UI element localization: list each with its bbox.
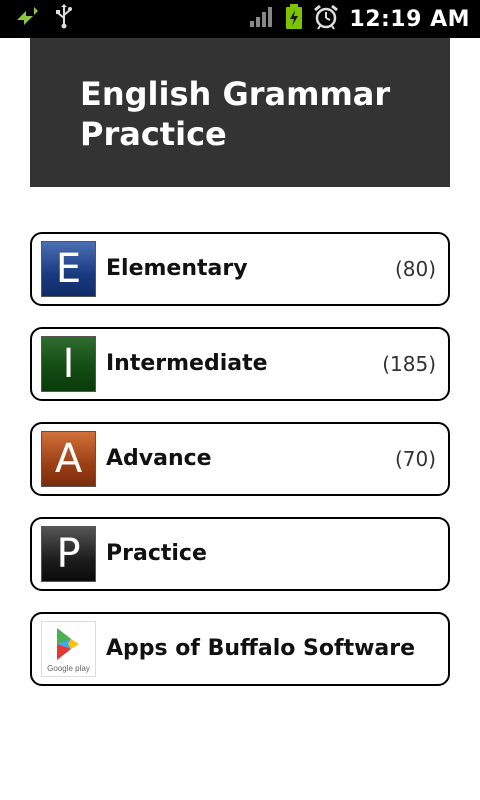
menu-item-count: (70) — [394, 447, 436, 471]
menu-item-advance[interactable]: A Advance (70) — [30, 422, 450, 496]
menu-item-label: Elementary — [106, 256, 248, 281]
menu-item-count: (185) — [382, 352, 436, 376]
usb-icon — [54, 4, 74, 34]
menu-item-count: (80) — [394, 257, 436, 281]
menu-item-label: Intermediate — [106, 351, 268, 376]
title-line-1: English Grammar — [80, 75, 391, 113]
menu-item-apps-of-buffalo-software[interactable]: Google play Apps of Buffalo Software — [30, 612, 450, 686]
google-play-icon: Google play — [41, 621, 96, 677]
google-play-caption: Google play — [47, 664, 90, 673]
signal-icon — [249, 6, 275, 32]
menu-item-practice[interactable]: P Practice — [30, 517, 450, 591]
practice-icon: P — [41, 526, 96, 582]
app-header: English Grammar Practice — [30, 38, 450, 187]
status-bar: 12:19 AM — [0, 0, 480, 38]
title-line-2: Practice — [80, 115, 227, 153]
menu-item-label: Practice — [106, 541, 207, 566]
elementary-icon: E — [41, 241, 96, 297]
menu-item-intermediate[interactable]: I Intermediate (185) — [30, 327, 450, 401]
status-time: 12:19 AM — [349, 6, 470, 32]
menu-item-elementary[interactable]: E Elementary (80) — [30, 232, 450, 306]
sync-icon — [14, 4, 40, 34]
intermediate-icon: I — [41, 336, 96, 392]
advance-icon: A — [41, 431, 96, 487]
page-title: English Grammar Practice — [80, 74, 440, 154]
menu-item-label: Advance — [106, 446, 212, 471]
menu-item-label: Apps of Buffalo Software — [106, 636, 416, 661]
alarm-icon — [313, 4, 339, 34]
battery-charging-icon — [285, 4, 303, 34]
